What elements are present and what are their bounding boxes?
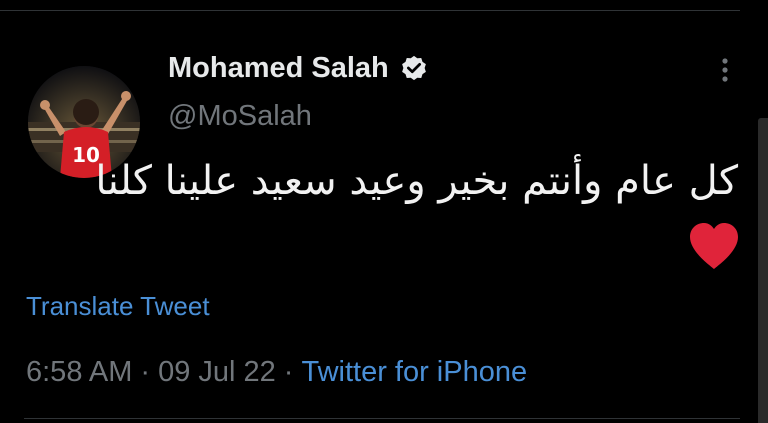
scrollbar[interactable] [758, 118, 768, 423]
tweet-metadata: 6:58 AM · 09 Jul 22 · Twitter for iPhone [26, 356, 527, 389]
tweet-time[interactable]: 6:58 AM [26, 356, 132, 388]
author-name-row[interactable]: Mohamed Salah [168, 52, 429, 85]
tweet-source-link[interactable]: Twitter for iPhone [301, 356, 527, 388]
more-options-icon[interactable] [716, 56, 734, 86]
bottom-divider [24, 418, 740, 419]
translate-tweet-link[interactable]: Translate Tweet [26, 291, 210, 322]
tweet-text: كل عام وأنتم بخير وعيد سعيد علينا كلنا [95, 158, 738, 204]
display-name[interactable]: Mohamed Salah [168, 52, 389, 85]
red-heart-icon [686, 220, 742, 272]
tweet-date[interactable]: 09 Jul 22 [158, 356, 276, 388]
user-handle[interactable]: @MoSalah [168, 100, 312, 133]
top-divider [0, 10, 740, 11]
meta-separator: · [140, 356, 151, 388]
meta-separator: · [283, 356, 294, 388]
verified-badge-icon [399, 54, 429, 84]
